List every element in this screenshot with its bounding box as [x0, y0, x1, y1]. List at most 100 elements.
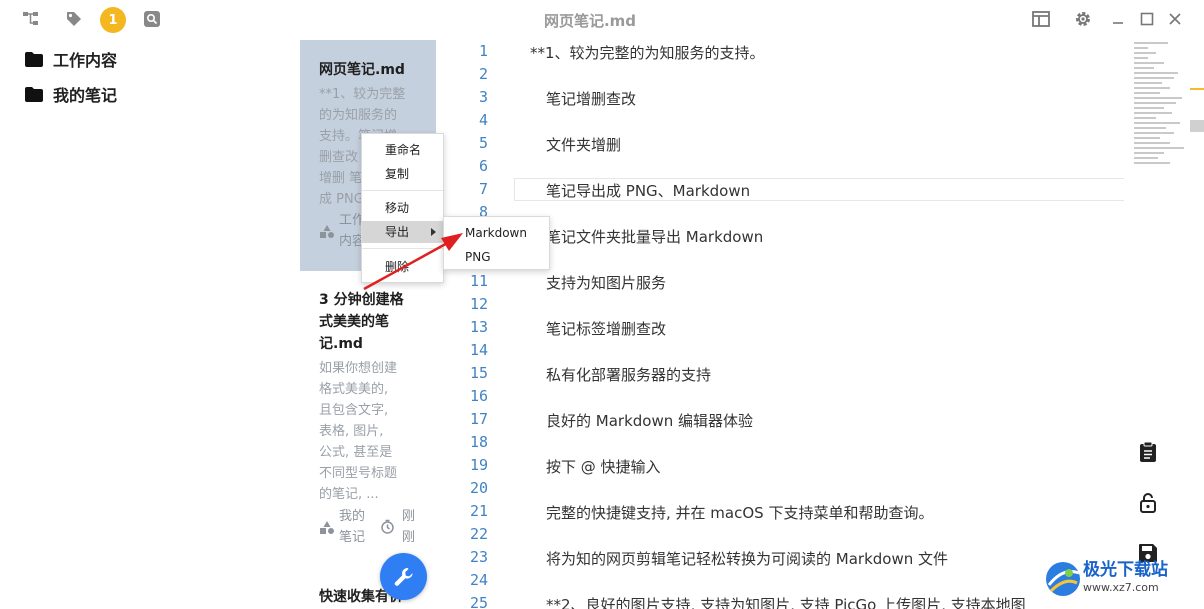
editor-line: 笔记文件夹批量导出 Markdown — [546, 228, 764, 246]
scrollbar-marker — [1190, 88, 1204, 90]
minimize-icon[interactable] — [1107, 8, 1129, 30]
note-snippet: 的笔记, ... — [319, 487, 379, 502]
layout-icon[interactable] — [1030, 8, 1052, 30]
notification-badge[interactable]: 1 — [100, 7, 126, 33]
line-number: 20 — [469, 479, 488, 497]
note-snippet: **1、较为完整 — [319, 87, 406, 102]
note-folder: 笔记 — [339, 530, 366, 545]
minimap-line — [1134, 77, 1174, 79]
export-submenu: Markdown PNG — [443, 216, 550, 270]
minimap-line — [1134, 137, 1160, 139]
editor-line: 将为知的网页剪辑笔记轻松转换为可阅读的 Markdown 文件 — [546, 550, 948, 568]
folder-label: 我的笔记 — [53, 86, 118, 105]
minimap-line — [1134, 92, 1160, 94]
note-snippet: 格式美美的, — [319, 382, 389, 397]
line-number: 17 — [469, 410, 488, 428]
submenu-item-png[interactable]: PNG — [444, 246, 549, 268]
note-title: 记.md — [319, 336, 363, 352]
close-icon[interactable] — [1164, 8, 1186, 30]
submenu-item-markdown[interactable]: Markdown — [444, 222, 549, 244]
note-snippet: 表格, 图片, — [319, 424, 384, 439]
line-number: 16 — [469, 387, 488, 405]
minimap-line — [1134, 147, 1184, 149]
editor-line: 笔记导出成 PNG、Markdown — [546, 182, 751, 200]
scrollbar-thumb[interactable] — [1190, 120, 1204, 132]
line-number: 23 — [469, 548, 488, 566]
note-folder: 我的 — [339, 509, 366, 524]
menu-item-copy[interactable]: 复制 — [362, 163, 443, 185]
menu-item-export[interactable]: 导出 — [362, 221, 443, 243]
line-number: 22 — [469, 525, 488, 543]
menu-separator — [362, 190, 443, 191]
note-snippet: 且包含文字, — [319, 403, 389, 418]
clipboard-icon[interactable] — [1136, 440, 1160, 464]
minimap-line — [1134, 47, 1148, 49]
line-number: 1 — [478, 42, 488, 60]
editor-line: 良好的 Markdown 编辑器体验 — [546, 412, 753, 430]
top-toolbar: 1 网页笔记.md — [0, 0, 1204, 40]
editor-line: 笔记增删查改 — [546, 90, 637, 108]
tag-icon[interactable] — [63, 8, 85, 30]
menu-item-delete[interactable]: 删除 — [362, 256, 443, 278]
folder-item-my-notes[interactable]: 我的笔记 — [25, 82, 117, 106]
app-window: 1 网页笔记.md 工作内容 我的笔记 网页笔记.md **1、较为完整 的为知… — [0, 0, 1204, 609]
tools-fab-button[interactable] — [380, 553, 427, 600]
line-number: 13 — [469, 318, 488, 336]
minimap-line — [1134, 152, 1164, 154]
editor-line: **2、良好的图片支持, 支持为知图片, 支持 PicGo 上传图片, 支持本地… — [546, 596, 1026, 609]
note-time: 刚 — [402, 530, 416, 545]
line-number: 21 — [469, 502, 488, 520]
menu-separator — [362, 248, 443, 249]
note-snippet: 的为知服务的 — [319, 108, 398, 123]
minimap-line — [1134, 87, 1170, 89]
minimap-line — [1134, 122, 1180, 124]
minimap-line — [1134, 162, 1170, 164]
menu-item-move[interactable]: 移动 — [362, 197, 443, 219]
wrench-icon — [394, 567, 413, 586]
line-number: 4 — [478, 111, 488, 129]
editor-line: 支持为知图片服务 — [546, 274, 667, 292]
maximize-icon[interactable] — [1136, 8, 1158, 30]
watermark-logo-icon — [1046, 562, 1080, 596]
editor-line: 按下 @ 快捷输入 — [546, 458, 661, 476]
folder-shapes-icon — [320, 521, 334, 534]
note-title: 3 分钟创建格 — [319, 292, 404, 308]
minimap-line — [1134, 42, 1168, 44]
lock-open-icon[interactable] — [1136, 491, 1160, 515]
minimap-line — [1134, 57, 1148, 59]
markdown-editor[interactable]: 1234567891011121314151617181920212223242… — [436, 40, 1124, 609]
watermark-main-text: 极光下载站 — [1083, 560, 1168, 580]
line-number: 19 — [469, 456, 488, 474]
minimap-line — [1134, 157, 1158, 159]
note-title: 式美美的笔 — [319, 314, 389, 330]
menu-item-rename[interactable]: 重命名 — [362, 139, 443, 161]
menu-item-label: 导出 — [385, 225, 410, 239]
folder-item-work[interactable]: 工作内容 — [25, 47, 117, 71]
line-number: 18 — [469, 433, 488, 451]
window-title: 网页笔记.md — [543, 12, 637, 30]
folder-icon — [25, 51, 43, 67]
minimap-line — [1134, 102, 1176, 104]
timer-icon — [381, 519, 394, 534]
watermark-sub-text: www.xz7.com — [1083, 581, 1159, 594]
line-number: 12 — [469, 295, 488, 313]
minimap-line — [1134, 82, 1162, 84]
search-icon[interactable] — [141, 8, 163, 30]
editor-line: 私有化部署服务器的支持 — [546, 366, 712, 384]
note-snippet: 如果你想创建 — [319, 361, 398, 376]
folder-icon — [25, 86, 43, 102]
line-number: 25 — [469, 594, 488, 609]
minimap-line — [1134, 117, 1156, 119]
line-number: 3 — [478, 88, 488, 106]
line-number: 24 — [469, 571, 488, 589]
tree-icon[interactable] — [20, 8, 42, 30]
minimap-line — [1134, 97, 1182, 99]
folder-sidebar: 工作内容 我的笔记 — [0, 40, 300, 609]
minimap[interactable] — [1124, 38, 1190, 168]
gear-icon[interactable] — [1072, 8, 1094, 30]
note-time: 刚 — [402, 509, 416, 524]
line-number: 2 — [478, 65, 488, 83]
folder-label: 工作内容 — [53, 51, 118, 70]
minimap-line — [1134, 112, 1172, 114]
minimap-line — [1134, 127, 1166, 129]
